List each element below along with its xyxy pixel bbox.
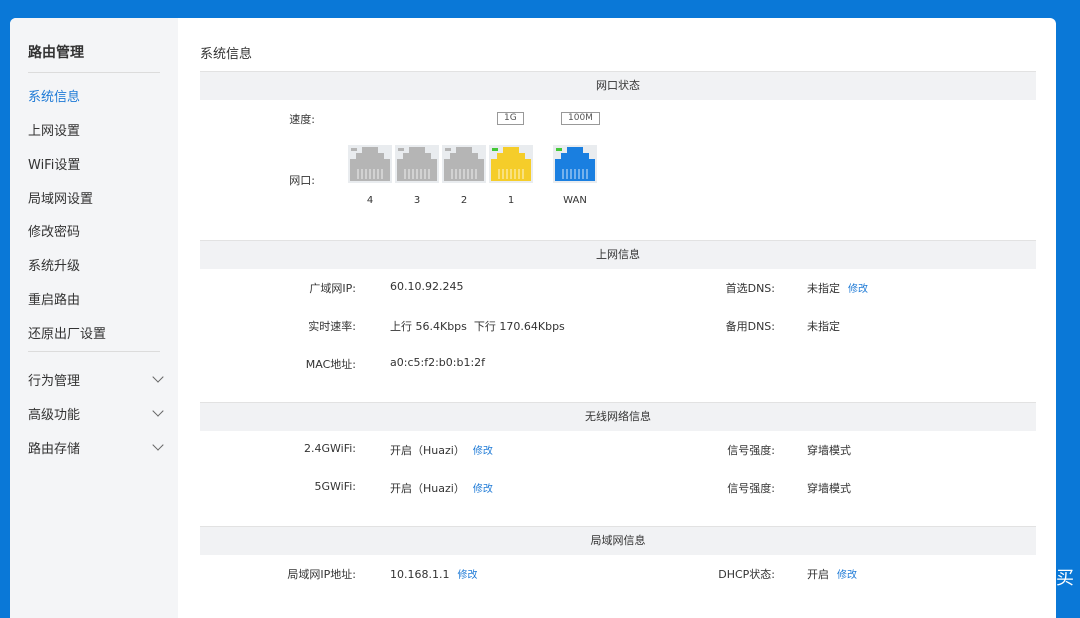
modify-lan-ip-link[interactable]: 修改	[457, 570, 477, 581]
ethernet-port-3	[395, 145, 439, 183]
sidebar-divider	[28, 72, 160, 73]
port-number: 3	[413, 195, 421, 206]
sidebar-item-factory-reset[interactable]: 还原出厂设置	[28, 323, 162, 342]
modify-dhcp-link[interactable]: 修改	[837, 570, 857, 581]
lan-ip-value: 10.168.1.1	[390, 568, 450, 581]
dhcp-status-label: DHCP状态:	[718, 568, 775, 581]
main-content: 系统信息 网口状态 速度: 1G 100M 网口: 4 3 2 1 WAN 上网…	[200, 18, 1036, 618]
ethernet-port-wan	[553, 145, 597, 183]
ports-label: 网口:	[289, 174, 315, 187]
ethernet-port-2	[442, 145, 486, 183]
mac-address-value: a0:c5:f2:b0:b1:2f	[390, 356, 486, 369]
wifi-24g-value: 开启（Huazi）	[390, 444, 465, 457]
lan-ip-row: 10.168.1.1 修改	[390, 566, 477, 581]
primary-dns-label: 首选DNS:	[725, 282, 775, 295]
modify-dns-link[interactable]: 修改	[848, 284, 868, 295]
ethernet-port-1	[489, 145, 533, 183]
ethernet-port-4	[348, 145, 392, 183]
signal-strength-value: 穿墙模式	[807, 444, 851, 457]
secondary-dns-value: 未指定	[807, 320, 840, 333]
router-admin-panel: 路由管理 系统信息 上网设置 WiFi设置 局域网设置 修改密码 系统升级 重启…	[10, 18, 1056, 618]
dhcp-status-value: 开启	[807, 568, 829, 581]
primary-dns-value: 未指定	[807, 282, 840, 295]
wifi-24g-label: 2.4GWiFi:	[304, 442, 356, 455]
watermark-logo-icon: 值	[948, 562, 978, 592]
speed-label: 速度:	[289, 113, 315, 126]
watermark-text: 什么值得买	[984, 568, 1074, 589]
signal-strength-label: 信号强度:	[727, 444, 775, 457]
sidebar: 路由管理 系统信息 上网设置 WiFi设置 局域网设置 修改密码 系统升级 重启…	[10, 18, 178, 618]
sidebar-divider	[28, 351, 160, 352]
chevron-down-icon	[152, 405, 164, 417]
signal-strength-label: 信号强度:	[727, 482, 775, 495]
sidebar-item-internet-settings[interactable]: 上网设置	[28, 120, 162, 139]
section-header-internet-info: 上网信息	[200, 240, 1036, 269]
section-header-lan-info: 局域网信息	[200, 526, 1036, 555]
primary-dns-row: 未指定 修改	[807, 280, 868, 296]
chevron-down-icon	[152, 371, 164, 383]
port-number: 4	[366, 195, 374, 206]
sidebar-item-system-upgrade[interactable]: 系统升级	[28, 255, 162, 274]
sidebar-group-storage[interactable]: 路由存储	[28, 438, 164, 457]
dhcp-status-row: 开启 修改	[807, 566, 857, 582]
chevron-down-icon	[152, 439, 164, 451]
port-number: 2	[460, 195, 468, 206]
sidebar-item-change-password[interactable]: 修改密码	[28, 221, 162, 240]
section-header-wireless-info: 无线网络信息	[200, 402, 1036, 431]
sidebar-group-label: 高级功能	[28, 408, 81, 423]
modify-wifi-5g-link[interactable]: 修改	[473, 484, 493, 495]
sidebar-group-label: 路由存储	[28, 442, 81, 457]
wifi-5g-row: 开启（Huazi） 修改	[390, 480, 493, 496]
wan-ip-label: 广域网IP:	[309, 282, 356, 295]
wifi-5g-value: 开启（Huazi）	[390, 482, 465, 495]
signal-strength-value: 穿墙模式	[807, 482, 851, 495]
section-header-port-status: 网口状态	[200, 71, 1036, 100]
secondary-dns-label: 备用DNS:	[725, 320, 775, 333]
wifi-24g-row: 开启（Huazi） 修改	[390, 442, 493, 458]
speed-1g-badge: 1G	[497, 112, 524, 125]
realtime-speed-label: 实时速率:	[308, 320, 356, 333]
wifi-5g-label: 5GWiFi:	[314, 480, 356, 493]
sidebar-item-wifi-settings[interactable]: WiFi设置	[28, 154, 162, 173]
speed-100m-badge: 100M	[561, 112, 600, 125]
mac-address-label: MAC地址:	[305, 358, 356, 371]
port-number: WAN	[563, 195, 587, 206]
port-number: 1	[507, 195, 515, 206]
sidebar-title: 路由管理	[28, 45, 84, 61]
sidebar-item-reboot[interactable]: 重启路由	[28, 289, 162, 308]
watermark: 值 什么值得买	[948, 562, 1074, 592]
sidebar-item-lan-settings[interactable]: 局域网设置	[28, 188, 162, 207]
wan-ip-value: 60.10.92.245	[390, 280, 464, 293]
realtime-speed-value: 上行 56.4Kbps 下行 170.64Kbps	[390, 320, 565, 333]
sidebar-group-advanced[interactable]: 高级功能	[28, 404, 164, 423]
page-title: 系统信息	[200, 47, 253, 62]
sidebar-group-behavior[interactable]: 行为管理	[28, 370, 164, 389]
lan-ip-label: 局域网IP地址:	[287, 568, 356, 581]
sidebar-group-label: 行为管理	[28, 374, 81, 389]
modify-wifi-24g-link[interactable]: 修改	[473, 446, 493, 457]
sidebar-item-system-info[interactable]: 系统信息	[28, 86, 162, 105]
